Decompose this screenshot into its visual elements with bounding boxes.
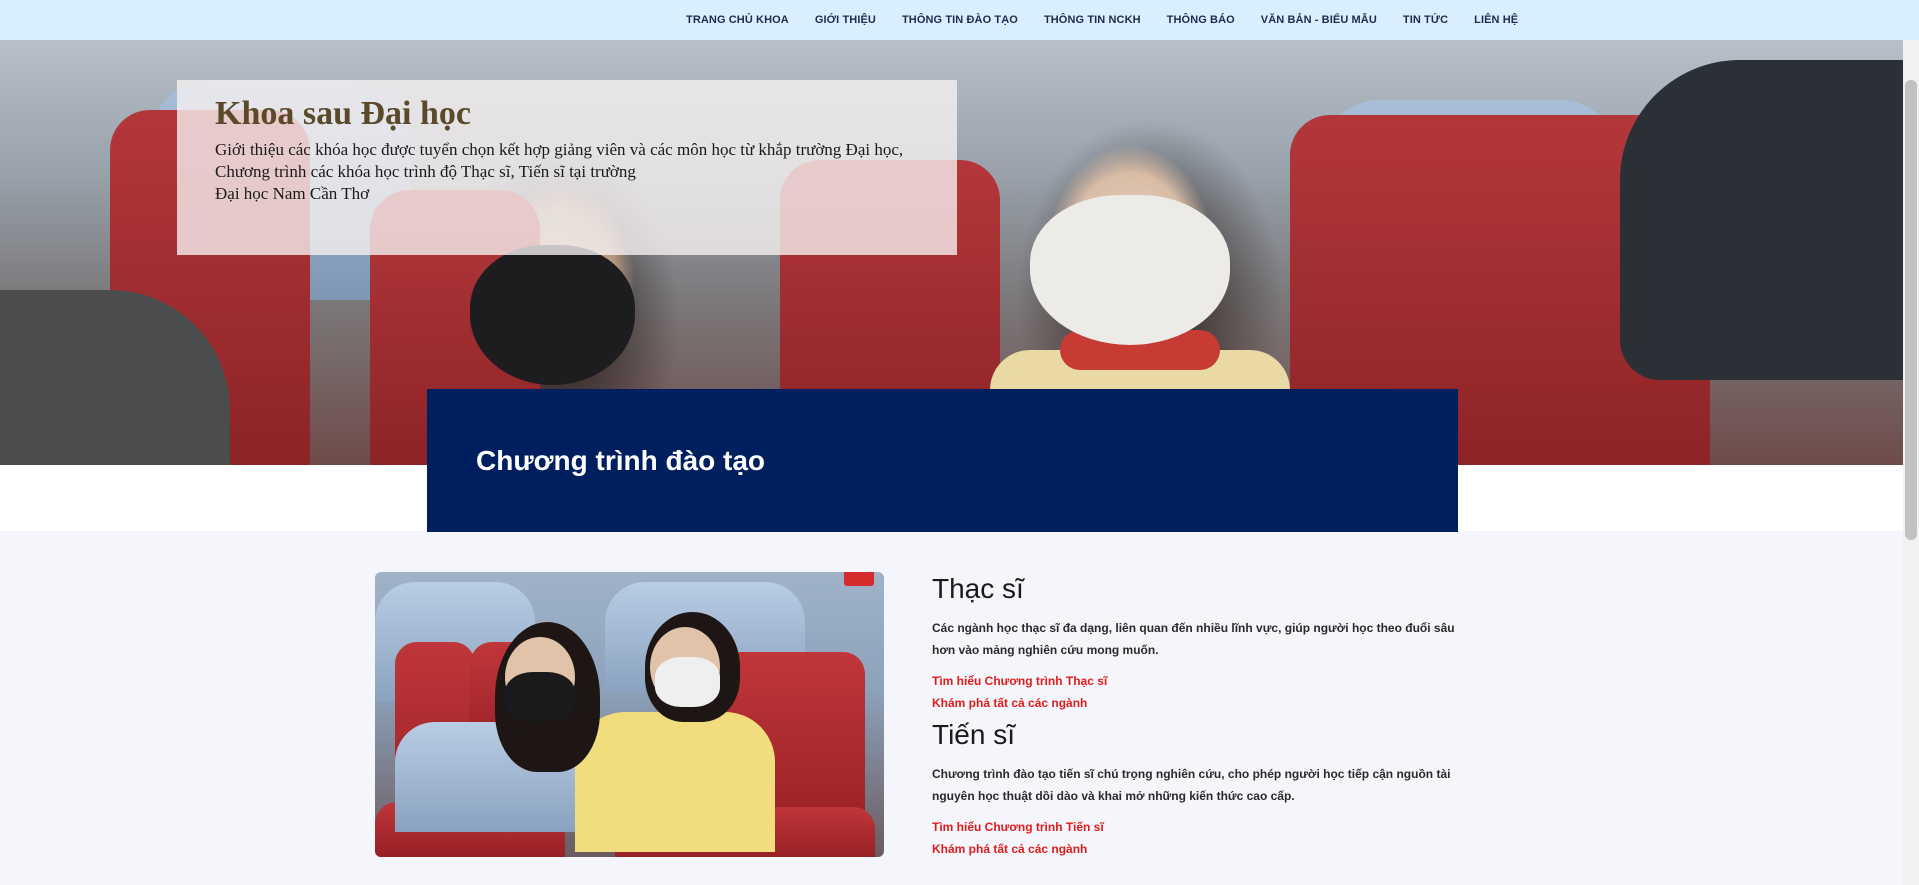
program-banner: Chương trình đào tạo [427,389,1458,532]
hero-text-box: Khoa sau Đại học Giới thiệu các khóa học… [177,80,957,255]
nav-item-research-info[interactable]: THÔNG TIN NCKH [1044,14,1141,26]
doctorate-explore-link[interactable]: Khám phá tất cả các ngành [932,838,1462,860]
top-navigation: TRANG CHỦ KHOA GIỚI THIỆU THÔNG TIN ĐÀO … [0,0,1919,40]
student-jacket [1620,60,1903,380]
doctorate-description: Chương trình đào tạo tiến sĩ chú trọng n… [932,767,1451,803]
photo-badge-icon [844,572,874,586]
photo-white-mask [655,657,720,707]
white-face-mask [1030,195,1230,345]
hero-description-line-3: Đại học Nam Cần Thơ [215,184,370,203]
nav-item-announcements[interactable]: THÔNG BÁO [1167,14,1235,26]
black-face-mask [470,245,635,385]
nav-item-news[interactable]: TIN TỨC [1403,14,1448,26]
nav-item-about[interactable]: GIỚI THIỆU [815,14,876,26]
program-title: Chương trình đào tạo [476,445,766,476]
nav-item-home[interactable]: TRANG CHỦ KHOA [686,14,789,26]
hero-description-line-2: Chương trình các khóa học trình độ Thạc … [215,162,636,181]
page-scrollbar[interactable] [1903,40,1919,885]
doctorate-section: Tiến sĩ Chương trình đào tạo tiến sĩ chú… [932,719,1462,860]
masters-description: Các ngành học thạc sĩ đa dạng, liên quan… [932,621,1455,657]
masters-section: Thạc sĩ Các ngành học thạc sĩ đa dạng, l… [932,573,1462,714]
masters-program-link[interactable]: Tìm hiểu Chương trình Thạc sĩ [932,670,1462,692]
photo-black-mask [505,672,575,722]
nav-menu: TRANG CHỦ KHOA GIỚI THIỆU THÔNG TIN ĐÀO … [686,0,1544,40]
hero-title: Khoa sau Đại học [215,95,471,132]
nav-item-contact[interactable]: LIÊN HỆ [1474,14,1518,26]
doctorate-heading: Tiến sĩ [932,719,1015,750]
doctorate-program-link[interactable]: Tìm hiểu Chương trình Tiến sĩ [932,816,1462,838]
students-photo [375,572,884,857]
masters-explore-link[interactable]: Khám phá tất cả các ngành [932,692,1462,714]
hero-description-line-1: Giới thiệu các khóa học được tuyển chọn … [215,140,904,159]
nav-item-training-info[interactable]: THÔNG TIN ĐÀO TẠO [902,14,1018,26]
nav-item-documents-forms[interactable]: VĂN BẢN - BIỂU MẪU [1261,14,1377,26]
photo-yellow-shirt [575,712,775,852]
scrollbar-thumb[interactable] [1905,80,1917,540]
masters-heading: Thạc sĩ [932,573,1024,604]
